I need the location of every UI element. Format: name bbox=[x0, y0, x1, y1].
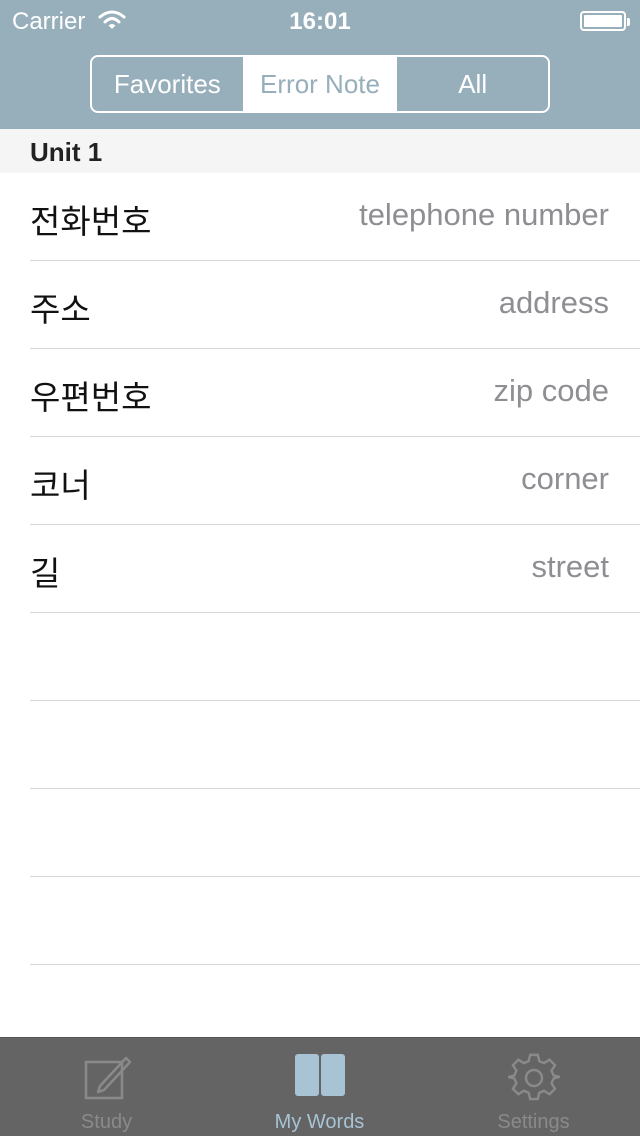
empty-row bbox=[0, 613, 640, 701]
tab-study-label: Study bbox=[80, 1111, 133, 1133]
battery-level bbox=[584, 15, 622, 27]
korean-word: 전화번호 bbox=[30, 202, 152, 241]
word-row[interactable]: 코너 corner bbox=[0, 437, 640, 525]
open-book-icon bbox=[294, 1054, 345, 1096]
word-list: 전화번호 telephone number 주소 address 우편번호 zi… bbox=[0, 173, 640, 965]
english-meaning: street bbox=[531, 549, 609, 584]
empty-row bbox=[0, 701, 640, 789]
gear-icon bbox=[507, 1053, 560, 1101]
korean-word: 코너 bbox=[30, 466, 91, 505]
english-meaning: address bbox=[498, 285, 609, 320]
tab-settings[interactable]: Settings bbox=[427, 1038, 640, 1136]
section-header: Unit 1 bbox=[0, 129, 640, 173]
word-row[interactable]: 전화번호 telephone number bbox=[0, 173, 640, 261]
tab-my-words[interactable]: My Words bbox=[213, 1038, 426, 1136]
word-row[interactable]: 주소 address bbox=[0, 261, 640, 349]
korean-word: 우편번호 bbox=[30, 378, 152, 417]
empty-row bbox=[0, 789, 640, 877]
korean-word: 길 bbox=[30, 554, 61, 593]
tab-study[interactable]: Study bbox=[0, 1038, 213, 1136]
battery-tip bbox=[627, 18, 630, 26]
battery-icon bbox=[580, 11, 630, 31]
status-bar: Carrier 16:01 bbox=[0, 0, 640, 40]
segment-all[interactable]: All bbox=[395, 57, 548, 111]
korean-word: 주소 bbox=[30, 290, 91, 329]
segment-favorites[interactable]: Favorites bbox=[92, 57, 243, 111]
navigation-header: Carrier 16:01 Favorites Error Note All bbox=[0, 0, 640, 129]
empty-row bbox=[0, 877, 640, 965]
pencil-square-icon bbox=[84, 1056, 131, 1100]
english-meaning: corner bbox=[521, 461, 609, 496]
segment-error-note[interactable]: Error Note bbox=[242, 57, 396, 111]
tab-settings-label: Settings bbox=[497, 1111, 570, 1133]
tab-bar: Study My Words Settings bbox=[0, 1037, 640, 1136]
tab-my-words-label: My Words bbox=[274, 1111, 365, 1133]
english-meaning: telephone number bbox=[359, 197, 609, 232]
section-title: Unit 1 bbox=[30, 137, 103, 167]
english-meaning: zip code bbox=[493, 373, 609, 408]
word-row[interactable]: 우편번호 zip code bbox=[0, 349, 640, 437]
status-time: 16:01 bbox=[289, 8, 351, 35]
filter-segmented-control: Favorites Error Note All bbox=[90, 55, 550, 113]
word-row[interactable]: 길 street bbox=[0, 525, 640, 613]
